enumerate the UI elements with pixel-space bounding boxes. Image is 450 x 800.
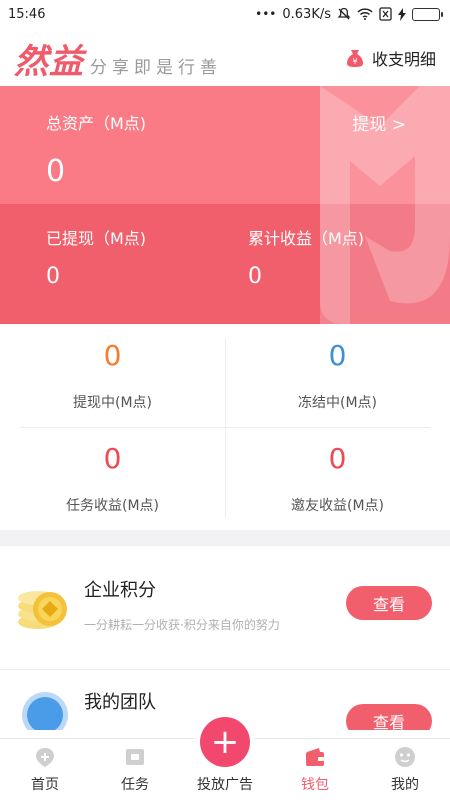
status-indicators: ••• 0.63K/s — [255, 6, 443, 22]
brand: 然益 分享即是行善 — [14, 44, 222, 80]
tab-label: 首页 — [31, 777, 59, 793]
divider — [20, 427, 430, 428]
stats-grid: 0 提现中(M点) 0 冻结中(M点) 0 任务收益(M点) 0 邀友收益(M点… — [0, 324, 450, 530]
team-icon — [22, 692, 68, 730]
battery-icon — [412, 7, 443, 21]
more-dots-icon: ••• — [255, 7, 277, 21]
stat-withdrawing[interactable]: 0 提现中(M点) — [0, 324, 225, 427]
status-time: 15:46 — [8, 6, 46, 22]
post-ad-plus-button[interactable]: + — [200, 717, 250, 767]
view-enterprise-points-button[interactable]: 查看 — [346, 586, 432, 620]
tab-task[interactable]: 任务 — [90, 739, 180, 800]
svg-text:¥: ¥ — [352, 57, 357, 66]
wallet-icon — [306, 748, 324, 766]
tab-label: 钱包 — [301, 777, 329, 793]
brand-logo: 然益 — [14, 42, 84, 82]
wifi-icon — [357, 8, 373, 20]
home-icon — [36, 748, 54, 767]
cumulative-income-value: 0 — [248, 264, 262, 289]
total-assets-label: 总资产（M点) — [46, 114, 147, 133]
decorative-m-logo — [320, 86, 450, 324]
section-gap — [0, 530, 450, 546]
feature-description: 一分耕耘一分收获·积分来自你的努力 — [84, 618, 280, 632]
tab-home[interactable]: 首页 — [0, 739, 90, 800]
stat-task-income[interactable]: 0 任务收益(M点) — [0, 427, 225, 530]
tab-wallet[interactable]: 钱包 — [270, 739, 360, 800]
profile-face-icon — [395, 747, 415, 767]
stat-value: 0 — [328, 442, 347, 475]
no-sim-icon — [379, 7, 392, 21]
brand-slogan: 分享即是行善 — [90, 58, 222, 78]
status-bar: 15:46 ••• 0.63K/s — [0, 0, 450, 28]
enterprise-points-row: 企业积分 一分耕耘一分收获·积分来自你的努力 查看 — [0, 546, 450, 670]
withdrawn-value: 0 — [46, 264, 60, 289]
withdraw-link[interactable]: 提现 > — [352, 110, 406, 135]
asset-card: 总资产（M点) 0 提现 > 已提现（M点) 0 累计收益（M点) 0 — [0, 86, 450, 324]
stat-frozen[interactable]: 0 冻结中(M点) — [225, 324, 450, 427]
coin-stack-icon — [18, 591, 67, 629]
divider — [225, 338, 226, 518]
mute-bell-icon — [337, 7, 351, 21]
detail-label: 收支明细 — [371, 50, 436, 69]
app-header: 然益 分享即是行善 ¥ 收支明细 — [0, 28, 450, 86]
stat-value: 0 — [103, 339, 122, 372]
withdrawn-label: 已提现（M点) — [46, 229, 147, 248]
view-team-button[interactable]: 查看 — [346, 704, 432, 730]
income-expense-detail-link[interactable]: ¥ 收支明细 — [344, 46, 436, 70]
feature-title: 我的团队 — [84, 692, 156, 713]
stat-label: 任务收益(M点) — [65, 498, 159, 514]
tab-label: 任务 — [121, 777, 149, 793]
charging-icon — [398, 7, 406, 21]
stat-label: 邀友收益(M点) — [290, 498, 384, 514]
task-icon — [126, 749, 144, 765]
net-speed: 0.63K/s — [282, 6, 331, 22]
stat-label: 冻结中(M点) — [297, 395, 377, 411]
cumulative-income-label: 累计收益（M点) — [248, 229, 365, 248]
tab-label: 投放广告 — [197, 777, 253, 793]
stat-label: 提现中(M点) — [72, 395, 152, 411]
feature-title: 企业积分 — [84, 580, 156, 601]
tab-mine[interactable]: 我的 — [360, 739, 450, 800]
money-bag-icon: ¥ — [346, 50, 363, 67]
stat-invite-income[interactable]: 0 邀友收益(M点) — [225, 427, 450, 530]
total-assets-value: 0 — [46, 154, 66, 189]
tab-label: 我的 — [391, 777, 419, 793]
stat-value: 0 — [103, 442, 122, 475]
stat-value: 0 — [328, 339, 347, 372]
